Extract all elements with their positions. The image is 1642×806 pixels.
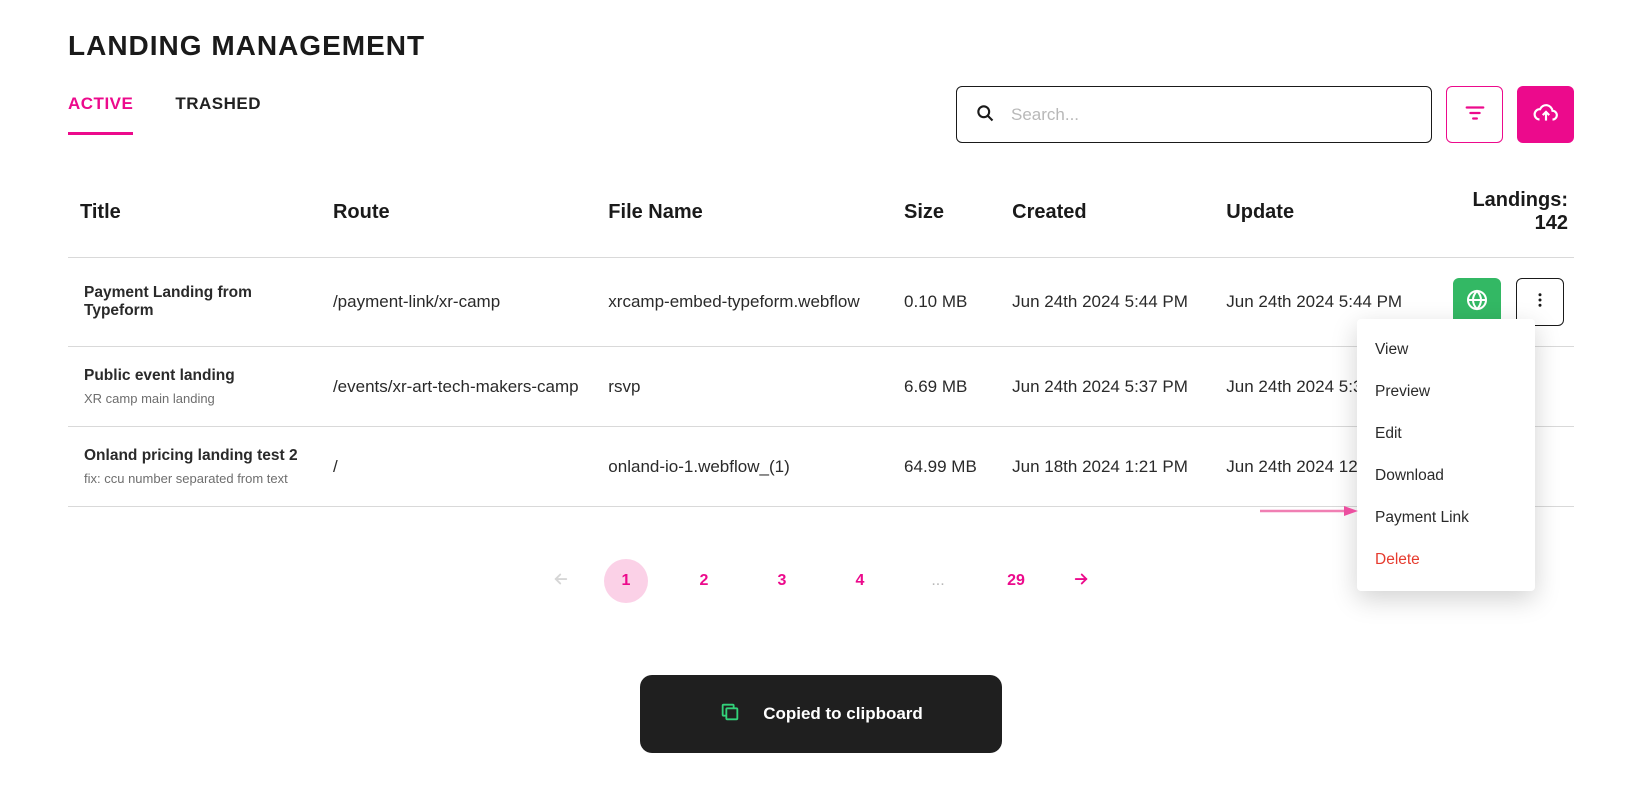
- row-created: Jun 18th 2024 1:21 PM: [1002, 427, 1216, 507]
- col-size: Size: [894, 171, 1002, 258]
- col-route: Route: [323, 171, 598, 258]
- row-subtitle: fix: ccu number separated from text: [84, 471, 313, 486]
- col-created: Created: [1002, 171, 1216, 258]
- col-update: Update: [1216, 171, 1430, 258]
- row-subtitle: XR camp main landing: [84, 391, 313, 406]
- page-2[interactable]: 2: [682, 559, 726, 603]
- row-route: /events/xr-art-tech-makers-camp: [323, 347, 598, 427]
- row-size: 64.99 MB: [894, 427, 1002, 507]
- upload-button[interactable]: [1517, 86, 1574, 143]
- right-controls: [956, 86, 1574, 143]
- search-input[interactable]: [1011, 105, 1413, 125]
- page-ellipsis: ...: [916, 559, 960, 603]
- context-menu: View Preview Edit Download Payment Link …: [1357, 319, 1535, 591]
- col-landings-count: Landings: 142: [1430, 171, 1574, 258]
- menu-preview[interactable]: Preview: [1357, 371, 1535, 413]
- table-row: Onland pricing landing test 2 fix: ccu n…: [68, 427, 1574, 507]
- search-icon: [975, 103, 995, 127]
- cloud-upload-icon: [1533, 100, 1559, 130]
- col-title: Title: [68, 171, 323, 258]
- row-file: onland-io-1.webflow_(1): [598, 427, 894, 507]
- page-next[interactable]: [1072, 570, 1090, 592]
- row-size: 6.69 MB: [894, 347, 1002, 427]
- row-file: xrcamp-embed-typeform.webflow: [598, 258, 894, 347]
- tabs: ACTIVE TRASHED: [68, 94, 261, 135]
- toast: Copied to clipboard: [640, 675, 1002, 753]
- tab-trashed[interactable]: TRASHED: [175, 94, 261, 135]
- menu-edit[interactable]: Edit: [1357, 413, 1535, 455]
- menu-download[interactable]: Download: [1357, 455, 1535, 497]
- dots-vertical-icon: [1531, 291, 1549, 314]
- col-file: File Name: [598, 171, 894, 258]
- page-last[interactable]: 29: [994, 559, 1038, 603]
- filter-icon: [1464, 102, 1486, 128]
- row-route: /: [323, 427, 598, 507]
- toolbar-row: ACTIVE TRASHED: [68, 86, 1574, 143]
- arrow-annotation-icon: [1260, 503, 1358, 517]
- row-created: Jun 24th 2024 5:37 PM: [1002, 347, 1216, 427]
- row-size: 0.10 MB: [894, 258, 1002, 347]
- menu-delete[interactable]: Delete: [1357, 539, 1535, 581]
- toast-text: Copied to clipboard: [763, 704, 923, 724]
- landings-table: Title Route File Name Size Created Updat…: [68, 171, 1574, 507]
- menu-payment-link[interactable]: Payment Link: [1357, 497, 1535, 539]
- row-file: rsvp: [598, 347, 894, 427]
- pagination: 1 2 3 4 ... 29: [68, 559, 1574, 603]
- page-1[interactable]: 1: [604, 559, 648, 603]
- row-created: Jun 24th 2024 5:44 PM: [1002, 258, 1216, 347]
- copy-icon: [719, 701, 741, 728]
- page-title: LANDING MANAGEMENT: [68, 30, 1574, 62]
- menu-view[interactable]: View: [1357, 329, 1535, 371]
- row-title: Public event landing: [84, 367, 313, 385]
- row-title: Onland pricing landing test 2: [84, 447, 313, 465]
- table-row: Public event landing XR camp main landin…: [68, 347, 1574, 427]
- filter-button[interactable]: [1446, 86, 1503, 143]
- row-title: Payment Landing from Typeform: [84, 284, 313, 320]
- table-row: Payment Landing from Typeform /payment-l…: [68, 258, 1574, 347]
- row-route: /payment-link/xr-camp: [323, 258, 598, 347]
- globe-icon: [1465, 288, 1489, 317]
- tab-active[interactable]: ACTIVE: [68, 94, 133, 135]
- page-4[interactable]: 4: [838, 559, 882, 603]
- page-prev: [552, 570, 570, 592]
- search-box[interactable]: [956, 86, 1432, 143]
- page-3[interactable]: 3: [760, 559, 804, 603]
